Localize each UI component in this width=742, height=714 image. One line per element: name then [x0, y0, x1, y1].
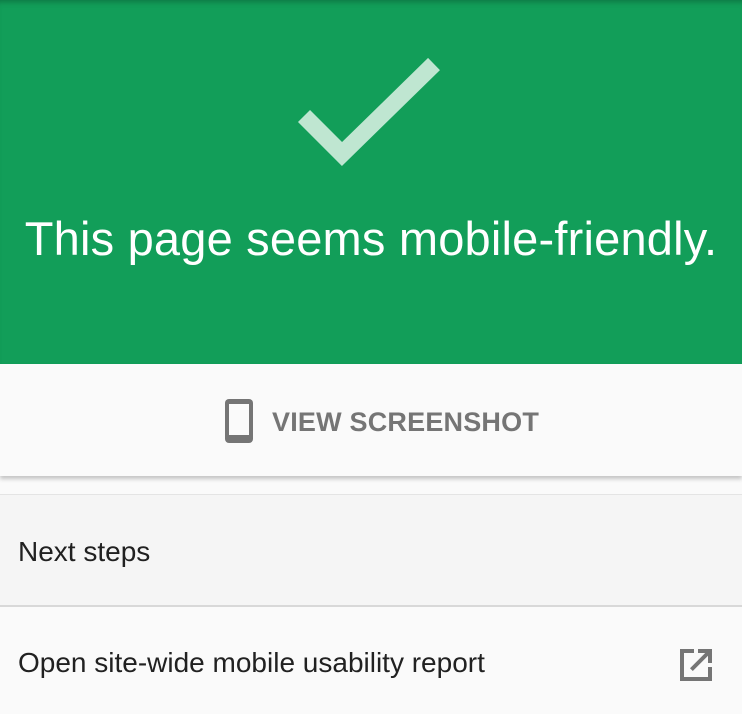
view-screenshot-label: VIEW SCREENSHOT [272, 407, 540, 437]
check-icon [297, 58, 440, 166]
result-banner: This page seems mobile-friendly. [0, 0, 742, 364]
open-mobile-usability-report-label: Open site-wide mobile usability report [18, 647, 485, 678]
next-steps-title: Next steps [18, 536, 151, 567]
result-title: This page seems mobile-friendly. [24, 212, 718, 265]
mobile-friendly-test-result: This page seems mobile-friendly. VIEW SC… [0, 0, 742, 714]
external-link-icon[interactable] [676, 645, 716, 685]
smartphone-icon [225, 399, 253, 443]
